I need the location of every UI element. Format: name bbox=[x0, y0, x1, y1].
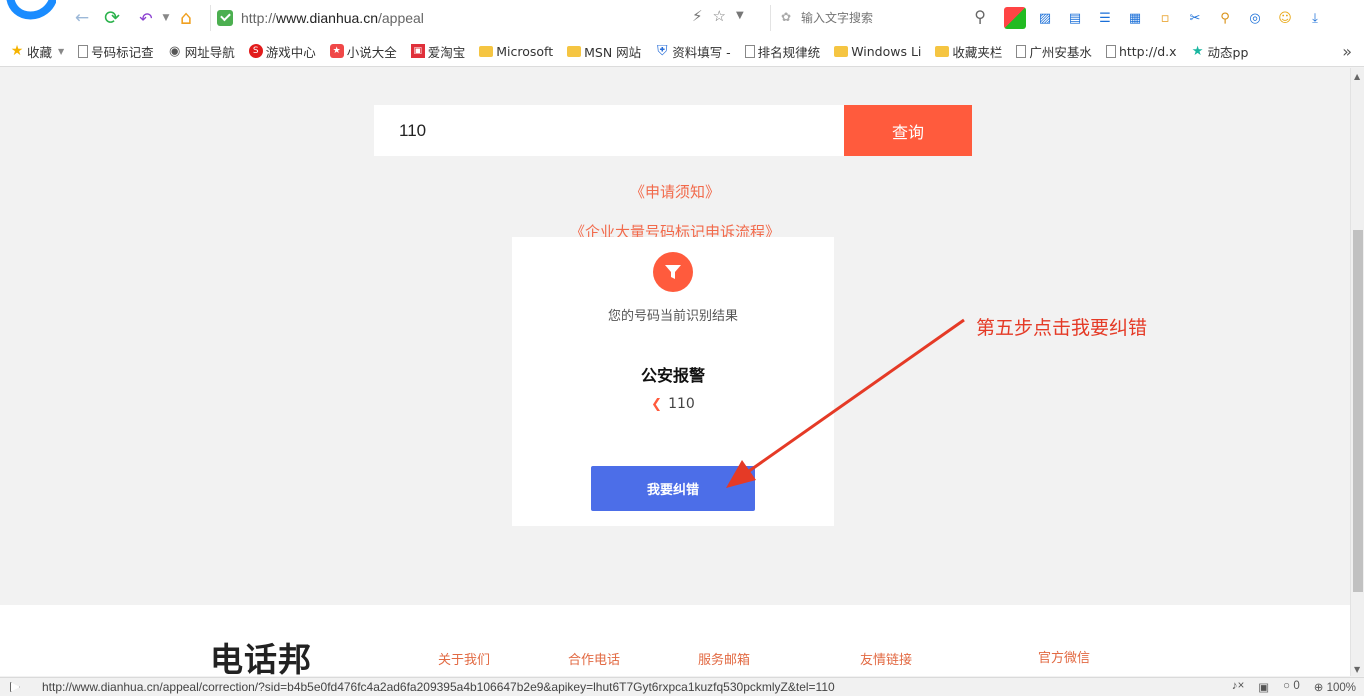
url-text[interactable]: http://www.dianhua.cn/appeal bbox=[241, 10, 424, 26]
footer-logo[interactable]: 电话邦 bbox=[210, 633, 312, 676]
bookmark-item[interactable]: http://d.x bbox=[1105, 44, 1177, 59]
document-icon[interactable]: ▤ bbox=[1064, 7, 1086, 29]
cast-icon[interactable]: ▣ bbox=[1258, 680, 1269, 694]
mute-icon[interactable]: ♪× bbox=[1232, 680, 1244, 694]
clipboard-icon[interactable]: ▫ bbox=[1154, 7, 1176, 29]
footer-link-about[interactable]: 关于我们 bbox=[438, 649, 490, 668]
shield-icon: ⛨ bbox=[656, 43, 668, 59]
footer-link-email[interactable]: 服务邮箱 bbox=[698, 649, 750, 668]
query-button[interactable]: 查询 bbox=[844, 105, 972, 156]
status-url: http://www.dianhua.cn/appeal/correction/… bbox=[42, 680, 835, 694]
extension-icons: ▨ ▤ ☰ ▦ ▫ ✂ ⚲ ◎ ☺ ⤓ bbox=[1004, 7, 1326, 29]
browser-toolbar: ← ⟳ ↶ ▼ ⌂ http://www.dianhua.cn/appeal ⚡… bbox=[0, 0, 1364, 36]
footer-link-cooperation[interactable]: 合作电话 bbox=[568, 649, 620, 668]
folder-icon bbox=[567, 45, 582, 57]
zoom-control[interactable]: ⊕ 100% bbox=[1314, 680, 1356, 694]
search-box[interactable]: ✿ ⚲ bbox=[770, 5, 990, 31]
phone-query-input[interactable] bbox=[374, 105, 844, 156]
bookmarks-bar: ★ 收藏 ▼ 号码标记查 ◉ 网址导航 S 游戏中心 ★ 小说大全 ▣ 爱淘宝 Micros… bbox=[0, 36, 1364, 67]
page-icon bbox=[1105, 44, 1116, 58]
page-icon bbox=[1016, 44, 1027, 58]
chevron-down-icon[interactable]: ▼ bbox=[58, 47, 64, 56]
ad-block-icon[interactable]: ○ 0 bbox=[1283, 680, 1300, 694]
taobao-icon: ▣ bbox=[410, 44, 425, 58]
globe-icon: ◉ bbox=[169, 43, 181, 59]
page-content: 查询 《申请须知》 《企业大量号码标记申诉流程》 您的号码当前识别结果 公安报警… bbox=[0, 68, 1350, 676]
star-icon: ★ bbox=[10, 43, 24, 59]
smiley-icon[interactable]: ☺ bbox=[1274, 7, 1296, 29]
page-icon bbox=[744, 44, 755, 58]
secure-shield-icon bbox=[217, 10, 233, 26]
search-input[interactable] bbox=[783, 11, 943, 25]
vertical-scrollbar[interactable]: ▲ ▼ bbox=[1350, 68, 1364, 676]
game-icon: S bbox=[248, 44, 263, 58]
annotation-arrow bbox=[726, 318, 965, 488]
bookmark-item[interactable]: Windows Li bbox=[834, 44, 921, 59]
search-icon[interactable]: ⚲ bbox=[974, 7, 986, 26]
bookmark-item[interactable]: ◉ 网址导航 bbox=[168, 42, 235, 61]
browser-logo-icon bbox=[6, 0, 56, 20]
filter-icon bbox=[653, 252, 693, 292]
paw-icon: ✿ bbox=[781, 10, 792, 24]
calculator-icon[interactable]: ▦ bbox=[1124, 7, 1146, 29]
bookmark-item[interactable]: ★ 动态pp bbox=[1191, 42, 1249, 61]
play-icon[interactable] bbox=[10, 682, 20, 692]
zoom-search-icon[interactable]: ◎ bbox=[1244, 7, 1266, 29]
application-notice-link[interactable]: 《申请须知》 bbox=[0, 181, 1350, 202]
more-bookmarks-icon[interactable]: » bbox=[1342, 42, 1352, 61]
translate-icon[interactable]: ☰ bbox=[1094, 7, 1116, 29]
phone-icon: ❮ bbox=[651, 396, 663, 412]
home-icon[interactable]: ⌂ bbox=[174, 6, 198, 30]
bookmark-item[interactable]: 收藏夹栏 bbox=[935, 42, 1002, 61]
scroll-down-icon[interactable]: ▼ bbox=[1354, 665, 1360, 674]
scrollbar-thumb[interactable] bbox=[1353, 230, 1363, 592]
bookmark-item[interactable]: ★ 收藏 ▼ bbox=[10, 42, 64, 61]
page-icon bbox=[78, 44, 89, 58]
site-footer: 电话邦 关于我们 合作电话 服务邮箱 友情链接 官方微信 bbox=[0, 605, 1350, 676]
star-outline-icon[interactable]: ☆ bbox=[713, 7, 726, 25]
footer-link-friends[interactable]: 友情链接 bbox=[860, 649, 912, 668]
bookmark-item[interactable]: Microsoft bbox=[479, 44, 553, 59]
back-arrow-icon[interactable]: ← bbox=[70, 6, 94, 30]
status-controls: ♪× ▣ ○ 0 ⊕ 100% bbox=[1232, 680, 1356, 694]
lightning-icon[interactable]: ⚡ bbox=[692, 7, 703, 25]
bookmark-item[interactable]: 号码标记查 bbox=[78, 42, 154, 61]
folder-icon bbox=[834, 45, 849, 57]
footer-link-wechat[interactable]: 官方微信 bbox=[1038, 647, 1090, 666]
train-icon[interactable]: ▨ bbox=[1034, 7, 1056, 29]
address-bar[interactable]: http://www.dianhua.cn/appeal bbox=[210, 5, 760, 31]
book-icon: ★ bbox=[329, 44, 344, 58]
scroll-up-icon[interactable]: ▲ bbox=[1354, 72, 1360, 81]
star-icon: ★ bbox=[1191, 43, 1204, 59]
key-icon[interactable]: ⚲ bbox=[1214, 7, 1236, 29]
picture-icon[interactable] bbox=[1004, 7, 1026, 29]
bookmark-item[interactable]: S 游戏中心 bbox=[248, 42, 316, 61]
address-actions: ⚡ ☆ ▼ bbox=[692, 7, 744, 25]
folder-icon bbox=[935, 45, 950, 57]
download-icon[interactable]: ⤓ bbox=[1304, 7, 1326, 29]
bookmark-item[interactable]: MSN 网站 bbox=[567, 42, 641, 61]
annotation-text: 第五步点击我要纠错 bbox=[976, 317, 1148, 339]
bookmark-item[interactable]: ★ 小说大全 bbox=[329, 42, 397, 61]
folder-icon bbox=[479, 45, 494, 57]
bookmark-item[interactable]: ▣ 爱淘宝 bbox=[410, 42, 465, 61]
scissors-icon[interactable]: ✂ bbox=[1184, 7, 1206, 29]
bookmark-item[interactable]: 广州安基水 bbox=[1016, 42, 1092, 61]
status-bar: http://www.dianhua.cn/appeal/correction/… bbox=[0, 677, 1364, 696]
bookmark-item[interactable]: ⛨ 资料填写 - bbox=[655, 42, 731, 61]
dropdown-icon[interactable]: ▼ bbox=[736, 7, 744, 25]
bookmark-item[interactable]: 排名规律统 bbox=[744, 42, 820, 61]
refresh-icon[interactable]: ⟳ bbox=[100, 6, 124, 30]
